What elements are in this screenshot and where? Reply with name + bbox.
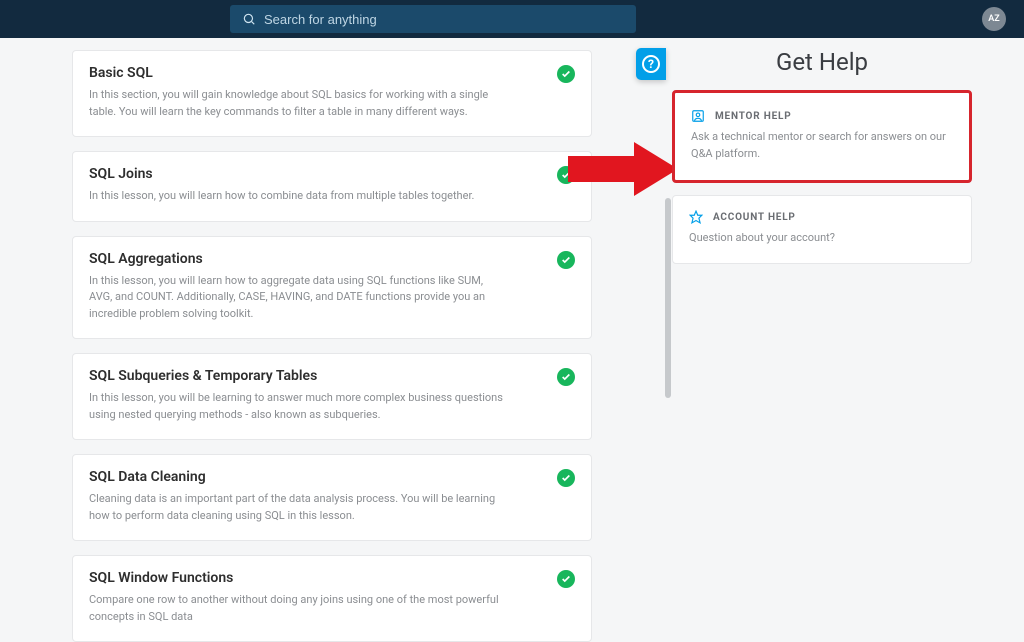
lesson-card-sql-window-functions[interactable]: SQL Window Functions Compare one row to …: [72, 555, 592, 642]
account-help-desc: Question about your account?: [689, 230, 955, 247]
search-icon: [242, 12, 256, 26]
help-panel: Get Help MENTOR HELP Ask a technical men…: [672, 38, 972, 276]
lesson-card-sql-aggregations[interactable]: SQL Aggregations In this lesson, you wil…: [72, 236, 592, 340]
mentor-help-label: MENTOR HELP: [715, 111, 791, 122]
lesson-desc: In this lesson, you will learn how to ag…: [89, 273, 509, 323]
lesson-title: SQL Window Functions: [89, 570, 575, 586]
help-panel-title: Get Help: [672, 48, 972, 76]
complete-check-icon: [557, 368, 575, 386]
search-wrap[interactable]: [230, 5, 636, 33]
lesson-desc: In this section, you will gain knowledge…: [89, 87, 509, 120]
account-help-label: ACCOUNT HELP: [713, 212, 796, 223]
lesson-title: SQL Data Cleaning: [89, 469, 575, 485]
help-card-header: MENTOR HELP: [691, 109, 953, 123]
scrollbar-thumb[interactable]: [665, 198, 671, 398]
search-input[interactable]: [264, 12, 624, 27]
complete-check-icon: [557, 469, 575, 487]
red-arrow-annotation: [568, 142, 678, 196]
lesson-desc: Cleaning data is an important part of th…: [89, 491, 509, 524]
avatar[interactable]: AZ: [982, 7, 1006, 31]
lesson-title: Basic SQL: [89, 65, 575, 81]
lesson-title: SQL Joins: [89, 166, 575, 182]
complete-check-icon: [557, 65, 575, 83]
top-navbar: AZ: [0, 0, 1024, 38]
account-help-card[interactable]: ACCOUNT HELP Question about your account…: [672, 195, 972, 264]
lesson-desc: In this lesson, you will learn how to co…: [89, 188, 509, 205]
mentor-help-desc: Ask a technical mentor or search for ans…: [691, 129, 953, 162]
lesson-card-basic-sql[interactable]: Basic SQL In this section, you will gain…: [72, 50, 592, 137]
mentor-help-card[interactable]: MENTOR HELP Ask a technical mentor or se…: [672, 90, 972, 183]
lesson-card-sql-data-cleaning[interactable]: SQL Data Cleaning Cleaning data is an im…: [72, 454, 592, 541]
lesson-list: Basic SQL In this section, you will gain…: [72, 38, 592, 526]
help-card-header: ACCOUNT HELP: [689, 210, 955, 224]
mentor-icon: [691, 109, 705, 123]
lesson-title: SQL Aggregations: [89, 251, 575, 267]
body-area: Basic SQL In this section, you will gain…: [0, 38, 1024, 526]
complete-check-icon: [557, 251, 575, 269]
question-mark-icon: ?: [642, 55, 660, 73]
star-icon: [689, 210, 703, 224]
lesson-desc: In this lesson, you will be learning to …: [89, 390, 509, 423]
lesson-title: SQL Subqueries & Temporary Tables: [89, 368, 575, 384]
lesson-desc: Compare one row to another without doing…: [89, 592, 509, 625]
lesson-card-sql-joins[interactable]: SQL Joins In this lesson, you will learn…: [72, 151, 592, 222]
help-toggle-button[interactable]: ?: [636, 48, 666, 80]
complete-check-icon: [557, 570, 575, 588]
lesson-card-sql-subqueries[interactable]: SQL Subqueries & Temporary Tables In thi…: [72, 353, 592, 440]
